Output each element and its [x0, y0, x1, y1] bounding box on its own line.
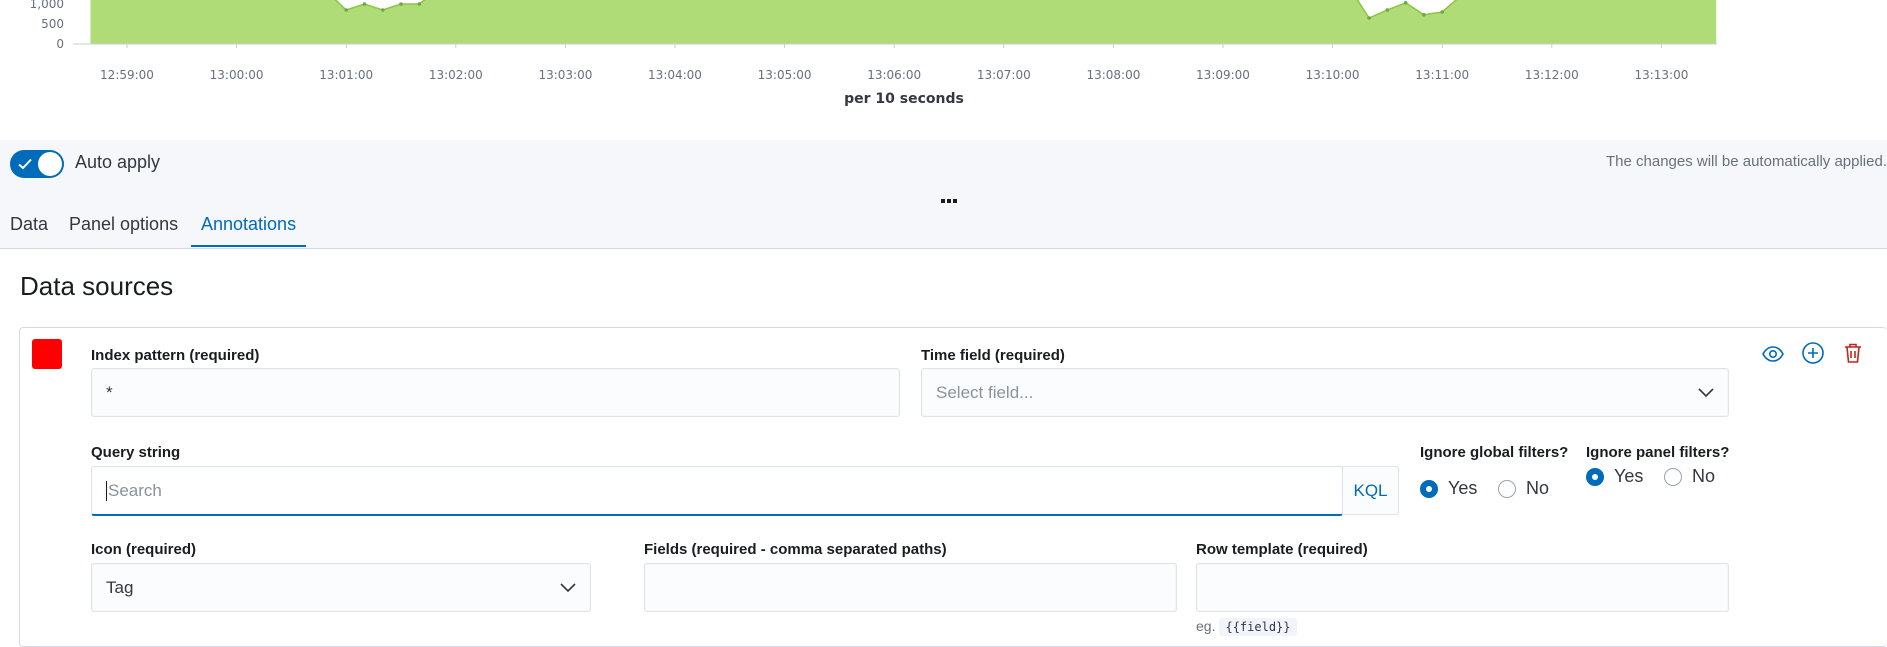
kql-language-button[interactable]: KQL [1342, 466, 1399, 515]
ignore-panel-filters-label: Ignore panel filters? [1586, 444, 1730, 461]
ignore-global-no-radio[interactable]: No [1498, 478, 1549, 499]
index-pattern-value: * [106, 382, 113, 402]
fields-input[interactable] [644, 563, 1177, 612]
tab-panel-options[interactable]: Panel options [59, 202, 188, 247]
x-tick-label: 13:02:00 [429, 68, 483, 82]
radio-label: Yes [1448, 478, 1478, 498]
timeseries-chart: 1,000 500 0 12:59:00 13:00:00 13:01:00 13:02:0… [30, 0, 1717, 107]
x-tick-label: 13:07:00 [977, 68, 1031, 82]
icon-select-value: Tag [106, 577, 134, 597]
chevron-down-icon [1698, 387, 1714, 397]
radio-dot [1420, 479, 1438, 498]
query-string-label: Query string [91, 444, 181, 461]
time-field-select[interactable]: Select field... [921, 368, 1729, 417]
x-tick-label: 13:12:00 [1525, 68, 1579, 82]
x-tick-label: 13:01:00 [319, 68, 373, 82]
x-tick-label: 13:03:00 [538, 68, 592, 82]
x-tick-label: 13:05:00 [758, 68, 812, 82]
row-template-label: Row template (required) [1196, 541, 1368, 558]
check-icon [18, 158, 32, 170]
auto-apply-toggle[interactable] [10, 150, 64, 178]
data-point [1422, 13, 1426, 17]
radio-label: Yes [1614, 466, 1644, 486]
chevron-down-icon [560, 582, 576, 592]
radio-dot [1664, 467, 1682, 486]
x-tick-label: 12:59:00 [100, 68, 154, 82]
y-tick-label: 0 [56, 37, 64, 51]
radio-label: No [1692, 466, 1716, 486]
time-field-placeholder: Select field... [936, 382, 1034, 402]
annotation-card: Index pattern (required) * Time field (r… [19, 327, 1887, 647]
panel-editor: Auto apply The changes will be automatic… [0, 140, 1887, 647]
data-point [1440, 10, 1444, 14]
tab-data[interactable]: Data [0, 202, 58, 247]
ignore-global-filters-label: Ignore global filters? [1420, 444, 1569, 461]
resize-handle[interactable] [941, 190, 959, 203]
x-tick-label: 13:06:00 [867, 68, 921, 82]
y-tick-label: 1,000 [30, 0, 64, 11]
radio-label: No [1526, 478, 1550, 498]
auto-apply-label: Auto apply [75, 152, 161, 172]
data-point [362, 2, 367, 6]
radio-dot [1498, 479, 1516, 498]
y-tick-label: 500 [41, 17, 64, 31]
data-point [1367, 16, 1371, 20]
hint-code: {{field}} [1219, 618, 1297, 636]
x-tick-label: 13:09:00 [1196, 68, 1250, 82]
x-tick-label: 13:10:00 [1306, 68, 1360, 82]
data-point [417, 2, 422, 6]
trash-icon[interactable] [1841, 341, 1865, 365]
x-tick-label: 13:08:00 [1086, 68, 1140, 82]
query-string-placeholder: Search [108, 480, 162, 500]
x-tick-label: 13:00:00 [210, 68, 264, 82]
data-point [380, 8, 385, 12]
index-pattern-label: Index pattern (required) [91, 347, 260, 364]
text-caret [106, 480, 107, 501]
ignore-panel-yes-radio[interactable]: Yes [1586, 466, 1643, 487]
x-tick-label: 13:04:00 [648, 68, 702, 82]
tab-annotations[interactable]: Annotations [191, 202, 307, 247]
ignore-panel-no-radio[interactable]: No [1664, 466, 1715, 487]
x-axis-title: per 10 seconds [844, 91, 964, 107]
section-title: Data sources [20, 271, 174, 301]
query-string-input[interactable]: Search [91, 466, 1343, 516]
plus-circle-icon[interactable] [1801, 341, 1825, 365]
row-template-hint: eg. {{field}} [1196, 618, 1297, 636]
row-template-input[interactable] [1196, 563, 1729, 612]
radio-dot [1586, 467, 1604, 486]
data-point [344, 8, 349, 12]
icon-select[interactable]: Tag [91, 563, 591, 612]
x-tick-label: 13:13:00 [1634, 68, 1688, 82]
auto-apply-note: The changes will be automatically applie… [1606, 153, 1887, 170]
editor-tabs: Data Panel options Annotations [0, 202, 1887, 249]
time-field-label: Time field (required) [921, 347, 1065, 364]
eye-icon[interactable] [1761, 342, 1785, 366]
series-area-0 [90, 0, 1717, 44]
fields-label: Fields (required - comma separated paths… [644, 541, 947, 558]
toggle-knob [38, 152, 62, 176]
data-point [399, 2, 403, 6]
icon-label: Icon (required) [91, 541, 197, 558]
index-pattern-input[interactable]: * [91, 368, 900, 417]
chart-area: 1,000 500 0 12:59:00 13:00:00 13:01:00 13:02:0… [0, 0, 1887, 140]
data-point [1403, 1, 1408, 5]
ignore-global-yes-radio[interactable]: Yes [1420, 478, 1477, 499]
color-swatch[interactable] [32, 339, 62, 369]
annotations-panel: Data sources Index pattern (required) * … [0, 249, 1887, 647]
x-tick-label: 13:11:00 [1415, 68, 1469, 82]
data-point [1385, 8, 1390, 12]
hint-prefix: eg. [1196, 618, 1216, 634]
